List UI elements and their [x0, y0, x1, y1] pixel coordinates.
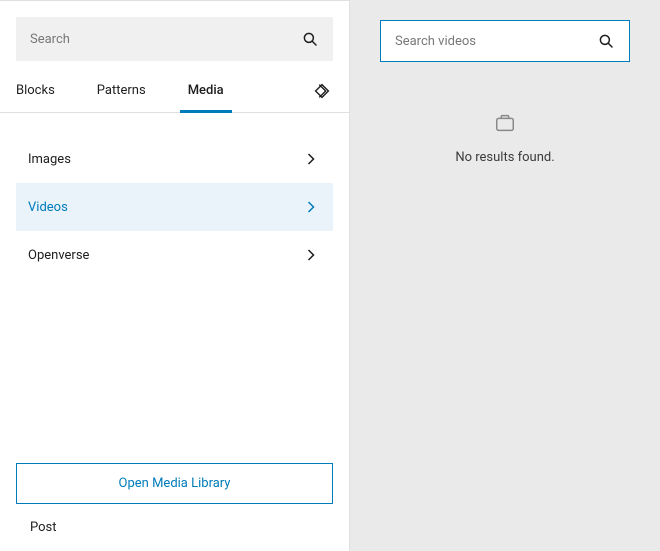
- chevron-right-icon: [301, 245, 321, 265]
- search-icon: [301, 30, 319, 48]
- search-input-container[interactable]: [16, 17, 333, 61]
- tab-patterns[interactable]: Patterns: [97, 69, 146, 112]
- media-item-label: Videos: [28, 200, 68, 215]
- inserter-panel: Blocks Patterns Media Images Videos: [0, 0, 350, 551]
- media-item-label: Images: [28, 152, 71, 167]
- results-panel: No results found.: [350, 0, 660, 551]
- media-item-images[interactable]: Images: [16, 135, 333, 183]
- chevron-right-icon: [301, 197, 321, 217]
- open-media-library-button[interactable]: Open Media Library: [16, 463, 333, 504]
- media-categories: Images Videos Openverse: [16, 113, 333, 279]
- search-input[interactable]: [30, 32, 301, 47]
- video-search-container[interactable]: [380, 20, 630, 62]
- post-label: Post: [16, 520, 333, 535]
- tab-blocks[interactable]: Blocks: [16, 69, 55, 112]
- tabs-bar: Blocks Patterns Media: [0, 69, 349, 113]
- media-item-openverse[interactable]: Openverse: [16, 231, 333, 279]
- expand-icon[interactable]: [311, 80, 333, 102]
- empty-state: No results found.: [455, 112, 554, 165]
- search-icon: [597, 32, 615, 50]
- media-item-label: Openverse: [28, 248, 89, 263]
- chevron-right-icon: [301, 149, 321, 169]
- video-search-input[interactable]: [395, 34, 597, 49]
- tab-media[interactable]: Media: [188, 69, 224, 112]
- empty-text: No results found.: [455, 150, 554, 165]
- media-empty-icon: [494, 112, 516, 134]
- media-item-videos[interactable]: Videos: [16, 183, 333, 231]
